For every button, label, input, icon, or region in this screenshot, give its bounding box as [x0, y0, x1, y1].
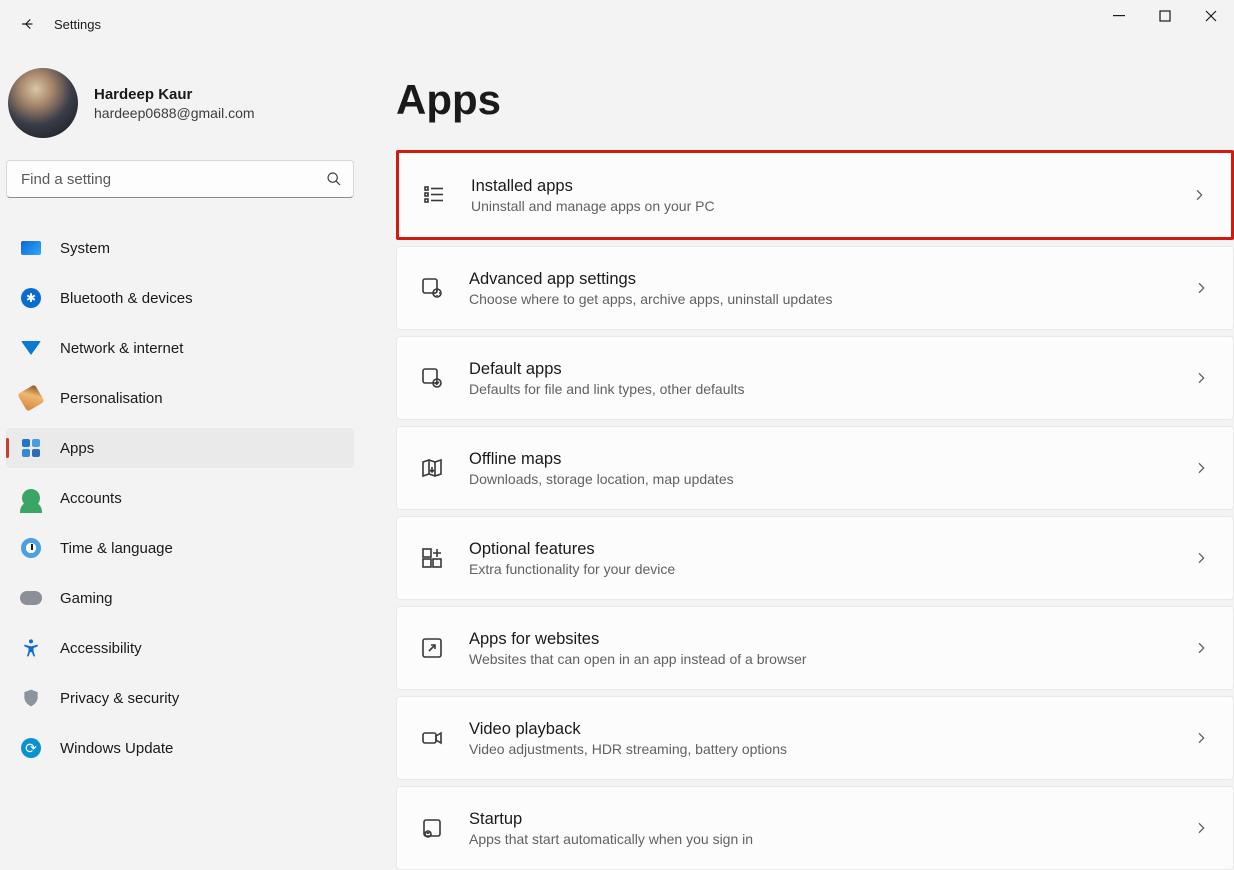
card-startup[interactable]: Startup Apps that start automatically wh…	[396, 786, 1234, 870]
card-advanced-app-settings[interactable]: Advanced app settings Choose where to ge…	[396, 246, 1234, 330]
bluetooth-icon: ✱	[20, 287, 42, 309]
nav-label: Time & language	[60, 540, 173, 557]
card-title: Apps for websites	[469, 630, 1169, 649]
person-icon	[20, 487, 42, 509]
card-desc: Downloads, storage location, map updates	[469, 471, 1169, 487]
chevron-right-icon	[1193, 460, 1209, 476]
card-title: Optional features	[469, 540, 1169, 559]
card-title: Default apps	[469, 360, 1169, 379]
grid-plus-icon	[419, 545, 445, 571]
nav-label: Windows Update	[60, 740, 173, 757]
display-icon	[20, 237, 42, 259]
minimize-button[interactable]	[1096, 0, 1142, 32]
search-box	[6, 160, 354, 198]
card-default-apps[interactable]: Default apps Defaults for file and link …	[396, 336, 1234, 420]
back-button[interactable]	[8, 4, 48, 44]
accessibility-icon	[20, 637, 42, 659]
nav-label: Bluetooth & devices	[60, 290, 193, 307]
search-input[interactable]	[6, 160, 354, 198]
nav-label: Accounts	[60, 490, 122, 507]
card-offline-maps[interactable]: Offline maps Downloads, storage location…	[396, 426, 1234, 510]
card-optional-features[interactable]: Optional features Extra functionality fo…	[396, 516, 1234, 600]
nav-label: Privacy & security	[60, 690, 179, 707]
chevron-right-icon	[1193, 820, 1209, 836]
profile-email: hardeep0688@gmail.com	[94, 105, 255, 121]
chevron-right-icon	[1193, 550, 1209, 566]
page-title: Apps	[396, 76, 1234, 124]
nav-item-bluetooth[interactable]: ✱ Bluetooth & devices	[6, 278, 354, 318]
card-desc: Apps that start automatically when you s…	[469, 831, 1169, 847]
list-icon	[421, 182, 447, 208]
nav-label: Network & internet	[60, 340, 183, 357]
clock-icon	[20, 537, 42, 559]
nav-label: Gaming	[60, 590, 113, 607]
map-download-icon	[419, 455, 445, 481]
card-installed-apps[interactable]: Installed apps Uninstall and manage apps…	[399, 153, 1231, 237]
profile-section[interactable]: Hardeep Kaur hardeep0688@gmail.com	[6, 68, 354, 160]
nav-item-accounts[interactable]: Accounts	[6, 478, 354, 518]
apps-icon	[20, 437, 42, 459]
nav-label: System	[60, 240, 110, 257]
nav-item-system[interactable]: System	[6, 228, 354, 268]
nav-item-time-language[interactable]: Time & language	[6, 528, 354, 568]
card-video-playback[interactable]: Video playback Video adjustments, HDR st…	[396, 696, 1234, 780]
nav-list: System ✱ Bluetooth & devices Network & i…	[6, 228, 354, 768]
nav-item-personalisation[interactable]: Personalisation	[6, 378, 354, 418]
profile-name: Hardeep Kaur	[94, 86, 255, 103]
highlight-annotation: Installed apps Uninstall and manage apps…	[396, 150, 1234, 240]
card-desc: Extra functionality for your device	[469, 561, 1169, 577]
maximize-icon	[1159, 10, 1171, 22]
shield-icon	[20, 687, 42, 709]
card-title: Installed apps	[471, 177, 1167, 196]
wifi-icon	[20, 337, 42, 359]
close-icon	[1205, 10, 1217, 22]
maximize-button[interactable]	[1142, 0, 1188, 32]
gamepad-icon	[20, 587, 42, 609]
settings-card-list: Installed apps Uninstall and manage apps…	[396, 150, 1234, 870]
card-desc: Video adjustments, HDR streaming, batter…	[469, 741, 1169, 757]
chevron-right-icon	[1193, 370, 1209, 386]
card-title: Offline maps	[469, 450, 1169, 469]
nav-item-privacy[interactable]: Privacy & security	[6, 678, 354, 718]
nav-item-apps[interactable]: Apps	[6, 428, 354, 468]
search-icon	[326, 171, 342, 187]
close-button[interactable]	[1188, 0, 1234, 32]
window-controls	[1096, 0, 1234, 32]
window-title: Settings	[54, 17, 101, 32]
nav-item-gaming[interactable]: Gaming	[6, 578, 354, 618]
external-link-icon	[419, 635, 445, 661]
avatar	[8, 68, 78, 138]
sidebar: Hardeep Kaur hardeep0688@gmail.com Syste…	[0, 48, 360, 870]
app-gear-icon	[419, 275, 445, 301]
nav-item-accessibility[interactable]: Accessibility	[6, 628, 354, 668]
default-app-icon	[419, 365, 445, 391]
card-title: Advanced app settings	[469, 270, 1169, 289]
card-desc: Uninstall and manage apps on your PC	[471, 198, 1167, 214]
power-up-icon	[419, 815, 445, 841]
nav-label: Apps	[60, 440, 94, 457]
chevron-right-icon	[1191, 187, 1207, 203]
card-apps-for-websites[interactable]: Apps for websites Websites that can open…	[396, 606, 1234, 690]
card-desc: Defaults for file and link types, other …	[469, 381, 1169, 397]
card-title: Startup	[469, 810, 1169, 829]
brush-icon	[20, 387, 42, 409]
chevron-right-icon	[1193, 280, 1209, 296]
main-content: Apps Installed apps Uninstall and manage…	[360, 48, 1234, 870]
minimize-icon	[1113, 10, 1125, 22]
card-title: Video playback	[469, 720, 1169, 739]
video-camera-icon	[419, 725, 445, 751]
nav-label: Accessibility	[60, 640, 142, 657]
chevron-right-icon	[1193, 730, 1209, 746]
arrow-left-icon	[19, 15, 37, 33]
nav-item-network[interactable]: Network & internet	[6, 328, 354, 368]
nav-label: Personalisation	[60, 390, 163, 407]
titlebar: Settings	[0, 0, 1234, 48]
chevron-right-icon	[1193, 640, 1209, 656]
nav-item-windows-update[interactable]: ⟳ Windows Update	[6, 728, 354, 768]
sync-icon: ⟳	[20, 737, 42, 759]
card-desc: Websites that can open in an app instead…	[469, 651, 1169, 667]
card-desc: Choose where to get apps, archive apps, …	[469, 291, 1169, 307]
